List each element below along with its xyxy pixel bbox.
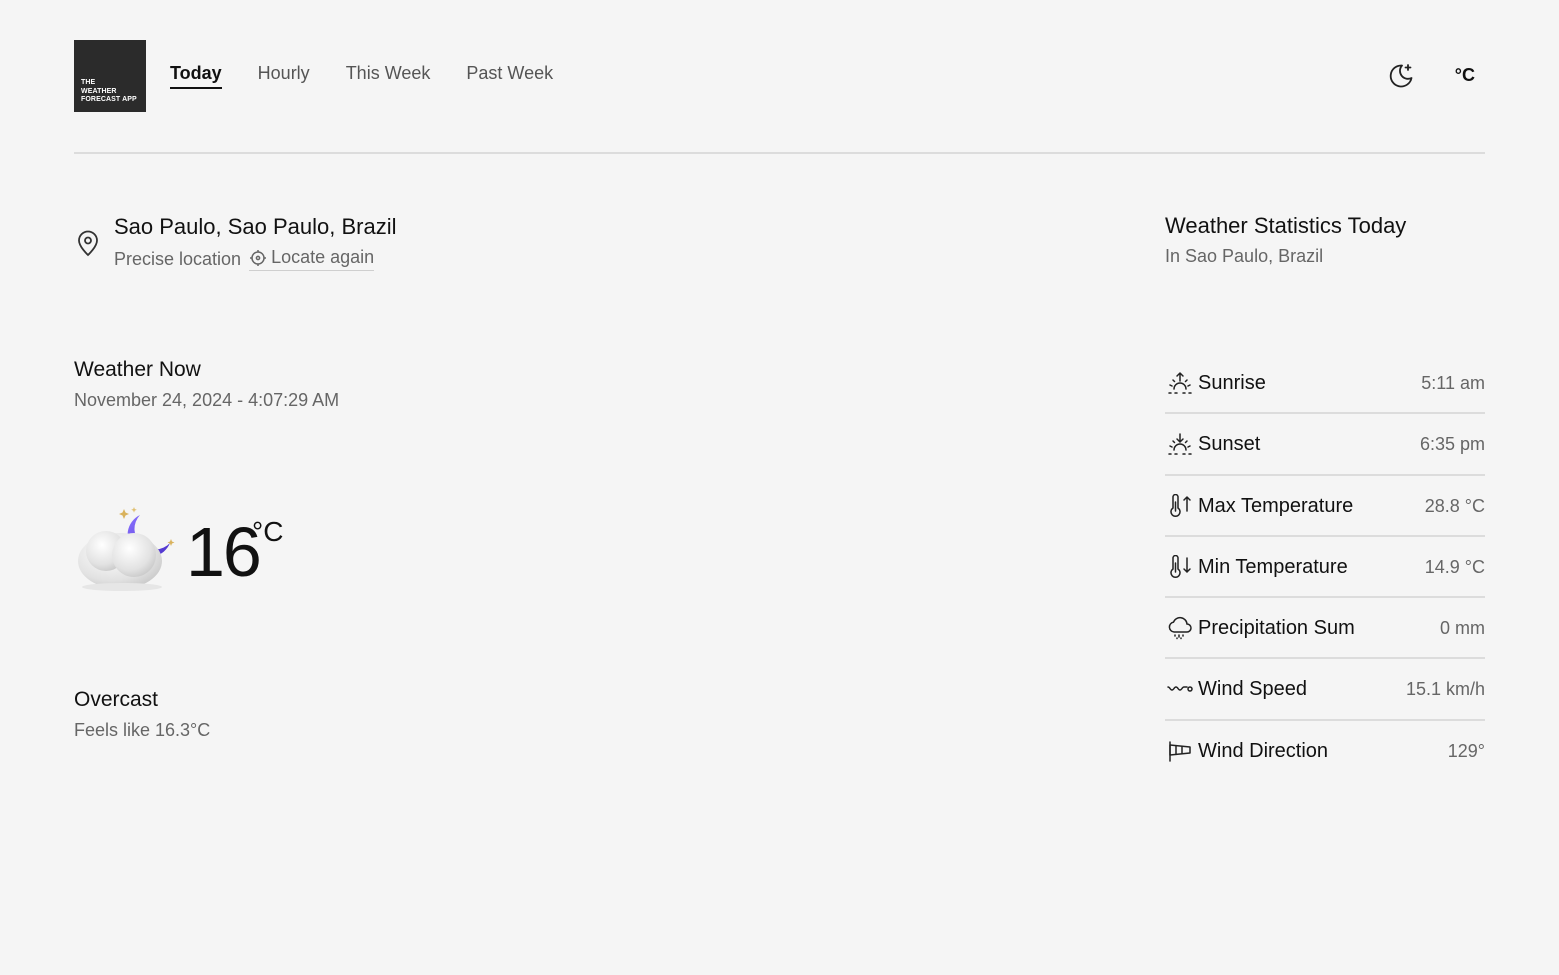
stat-label-sunset: Sunset <box>1198 433 1261 456</box>
locate-again-label: Locate again <box>271 247 375 267</box>
stat-row-sunrise: Sunrise 5:11 am <box>1165 353 1485 415</box>
weather-condition: Overcast <box>74 688 159 711</box>
map-pin-icon <box>78 230 98 257</box>
stat-row-wind-speed: Wind Speed 15.1 km/h <box>1165 659 1485 721</box>
location-name: Sao Paulo, Sao Paulo, Brazil <box>114 214 397 239</box>
stat-label-min-temperature: Min Temperature <box>1198 555 1348 578</box>
header-divider <box>74 152 1485 154</box>
stats-list: Sunrise 5:11 am Sunset 6:35 pm Max Tempe… <box>1165 353 1485 782</box>
stat-label-precipitation: Precipitation Sum <box>1198 617 1355 640</box>
stats-subtitle: In Sao Paulo, Brazil <box>1165 246 1324 266</box>
stats-header: Weather Statistics Today In Sao Paulo, B… <box>1165 213 1485 267</box>
stat-row-max-temperature: Max Temperature 28.8 °C <box>1165 476 1485 537</box>
weather-now-datetime: November 24, 2024 - 4:07:29 AM <box>74 390 340 410</box>
temperature-unit: °C <box>252 516 284 547</box>
stat-value-max-temperature: 28.8 °C <box>1424 495 1485 516</box>
weather-now-title: Weather Now <box>74 358 201 381</box>
stat-row-min-temperature: Min Temperature 14.9 °C <box>1165 537 1485 599</box>
stat-label-sunrise: Sunrise <box>1198 372 1266 394</box>
windsock-icon <box>1169 741 1191 762</box>
stats-title: Weather Statistics Today <box>1165 213 1407 238</box>
condition-block: Overcast Feels like 16.3°C <box>74 688 210 741</box>
sunset-icon <box>1168 433 1192 456</box>
stat-value-sunset: 6:35 pm <box>1419 434 1485 455</box>
nav-tab-today[interactable]: Today <box>170 63 222 89</box>
stat-row-sunset: Sunset 6:35 pm <box>1165 414 1485 476</box>
stat-label-wind-speed: Wind Speed <box>1198 678 1307 701</box>
stat-value-wind-direction: 129° <box>1447 740 1485 761</box>
stat-value-precipitation: 0 mm <box>1440 618 1485 639</box>
weather-now-section: Weather Now November 24, 2024 - 4:07:29 … <box>74 358 339 411</box>
location-meta: Precise location Locate again <box>114 247 375 271</box>
sunrise-icon <box>1168 371 1192 394</box>
moon-icon <box>1389 64 1413 88</box>
nav-tab-this-week[interactable]: This Week <box>346 63 431 89</box>
logo-line-3: FORECAST APP <box>81 96 137 103</box>
thermometer-down-icon <box>1170 554 1191 578</box>
cloud-moon-icon <box>78 507 175 591</box>
stat-value-min-temperature: 14.9 °C <box>1424 556 1485 577</box>
nav-tab-hourly[interactable]: Hourly <box>258 63 310 89</box>
locate-again-button[interactable]: Locate again <box>249 247 375 271</box>
app-logo[interactable]: THE WEATHER FORECAST APP <box>74 40 146 112</box>
current-weather: 16 °C <box>72 500 332 600</box>
current-temperature: 16 <box>186 513 262 591</box>
location-precision: Precise location <box>114 248 242 269</box>
cloud-rain-icon <box>1168 617 1192 640</box>
wind-icon <box>1167 686 1193 693</box>
stat-row-wind-direction: Wind Direction 129° <box>1165 721 1485 782</box>
feels-like: Feels like 16.3°C <box>74 720 211 740</box>
unit-toggle-button[interactable]: °C <box>1455 65 1475 86</box>
stat-value-wind-speed: 15.1 km/h <box>1405 679 1485 700</box>
stat-label-max-temperature: Max Temperature <box>1198 494 1354 517</box>
thermometer-up-icon <box>1170 493 1191 517</box>
app-header: THE WEATHER FORECAST APP Today Hourly Th… <box>74 40 1485 112</box>
logo-line-2: WEATHER <box>81 87 117 95</box>
crosshair-icon <box>250 249 267 266</box>
theme-toggle-button[interactable] <box>1387 62 1415 90</box>
main-nav: Today Hourly This Week Past Week <box>170 63 553 89</box>
logo-line-1: THE <box>81 79 96 86</box>
stat-row-precipitation: Precipitation Sum 0 mm <box>1165 598 1485 660</box>
nav-tab-past-week[interactable]: Past Week <box>466 63 553 89</box>
stat-value-sunrise: 5:11 am <box>1421 373 1485 393</box>
stat-label-wind-direction: Wind Direction <box>1198 739 1329 762</box>
